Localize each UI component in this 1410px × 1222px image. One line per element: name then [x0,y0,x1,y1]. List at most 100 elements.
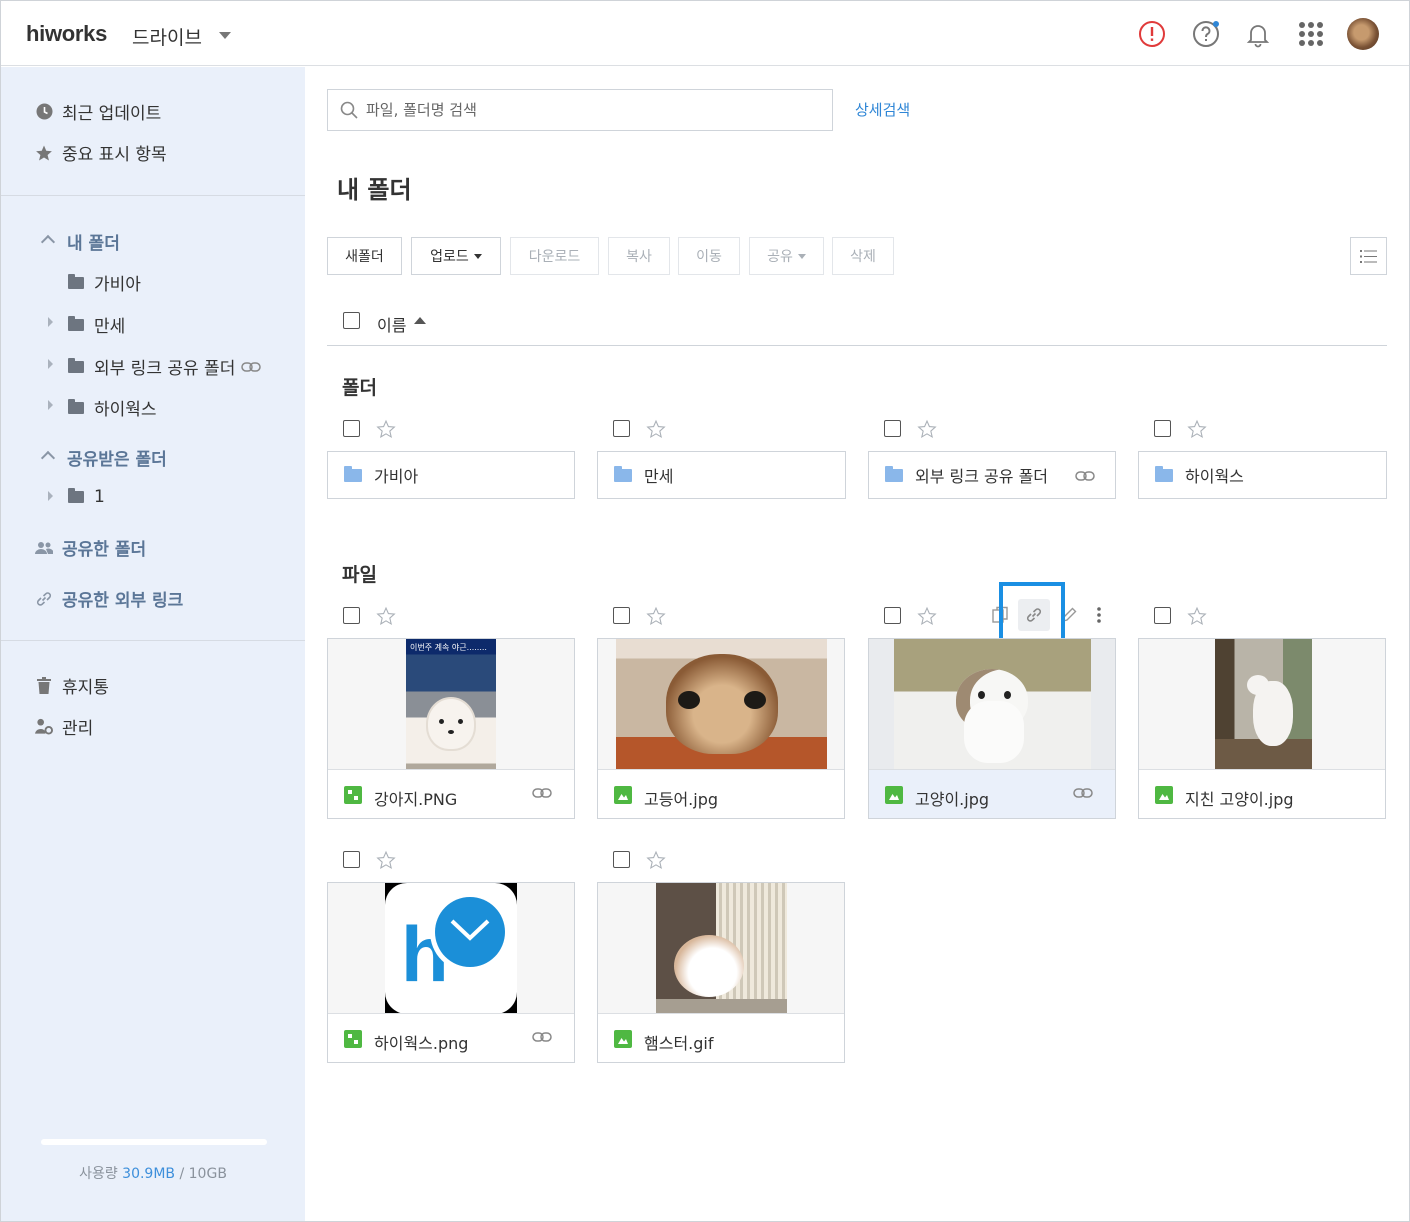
search-input[interactable] [366,98,806,122]
chevron-up-icon[interactable] [40,450,56,466]
folder-checkbox[interactable] [613,420,630,437]
folder-checkbox[interactable] [1154,420,1171,437]
folder-card[interactable]: 가비아 [327,451,575,499]
trash-icon [35,677,53,695]
search-box [327,89,833,131]
folder-icon [885,465,903,482]
file-card[interactable]: 이번주 계속 야근........ 강아지.PNG [327,638,575,819]
sidebar-item-hiworks[interactable]: 하이웍스 [67,395,157,420]
apps-grid-icon[interactable] [1297,20,1325,48]
star-outline-icon[interactable] [376,850,396,870]
chevron-down-icon[interactable] [219,32,231,39]
file-checkbox[interactable] [1154,607,1171,624]
new-folder-button[interactable]: 새폴더 [327,237,402,275]
expand-arrow-icon[interactable] [48,317,53,327]
star-outline-icon[interactable] [646,419,666,439]
sidebar-item-label: 하이웍스 [94,400,157,420]
list-view-button[interactable] [1350,237,1387,275]
sidebar-item-shared-received[interactable]: 공유받은 폴더 [67,445,167,470]
sidebar-item-recent[interactable]: 최근 업데이트 [35,99,161,124]
button-label: 다운로드 [528,249,581,265]
app-switcher-label[interactable]: 드라이브 [132,23,202,50]
usage-used: 30.9MB [122,1166,176,1182]
logo[interactable]: hiworks [26,21,107,47]
file-checkbox[interactable] [884,607,901,624]
usage-total: / 10GB [179,1166,227,1182]
star-outline-icon[interactable] [646,606,666,626]
sidebar-item-shared-link[interactable]: 공유한 외부 링크 [35,586,183,611]
star-outline-icon[interactable] [646,850,666,870]
star-outline-icon[interactable] [376,606,396,626]
sidebar-item-shared-1[interactable]: 1 [67,487,105,507]
expand-arrow-icon[interactable] [48,491,53,501]
divider [1,195,305,196]
caret-down-icon [797,253,806,259]
button-label: 새폴더 [345,249,384,265]
usage-text: 사용량 30.9MB / 10GB [1,1163,305,1183]
select-all-checkbox[interactable] [343,312,360,329]
upload-button[interactable]: 업로드 [411,237,501,275]
more-vertical-icon[interactable] [1094,605,1104,625]
sidebar-item-label: 가비아 [94,275,141,295]
sidebar-item-starred[interactable]: 중요 표시 항목 [35,140,167,165]
folder-card[interactable]: 하이웍스 [1138,451,1387,499]
link-icon[interactable] [532,1031,552,1043]
file-card[interactable]: 고양이.jpg [868,638,1116,819]
users-icon [35,539,53,557]
advanced-search-link[interactable]: 상세검색 [855,99,910,120]
sidebar-item-manse[interactable]: 만세 [67,312,125,337]
clock-icon [35,103,53,121]
folder-checkbox[interactable] [343,420,360,437]
image-file-icon [1155,786,1173,804]
file-checkbox[interactable] [343,607,360,624]
help-icon[interactable] [1192,20,1220,48]
copy-button[interactable]: 복사 [608,237,670,275]
folder-icon [67,398,85,417]
sidebar-item-trash[interactable]: 휴지통 [35,673,109,698]
file-checkbox[interactable] [613,607,630,624]
sidebar-item-gabia[interactable]: 가비아 [67,270,141,295]
alert-icon[interactable] [1138,20,1166,48]
star-outline-icon[interactable] [1187,606,1207,626]
file-checkbox[interactable] [613,851,630,868]
share-button[interactable]: 공유 [749,237,824,275]
star-outline-icon[interactable] [917,606,937,626]
file-card[interactable]: h 하이웍스.png [327,882,575,1063]
star-outline-icon[interactable] [917,419,937,439]
sidebar-item-admin[interactable]: 관리 [35,714,93,739]
file-name: 고양이.jpg [915,790,990,809]
avatar[interactable] [1347,18,1379,50]
star-outline-icon[interactable] [376,419,396,439]
image-file-icon [344,786,362,804]
sort-ascending-icon[interactable] [414,317,426,324]
folders-section-title: 폴더 [342,377,377,399]
link-icon[interactable] [1075,470,1095,482]
file-card[interactable]: 햄스터.gif [597,882,845,1063]
folder-checkbox[interactable] [884,420,901,437]
chevron-up-icon[interactable] [40,234,56,250]
link-icon[interactable] [1073,787,1093,799]
file-card[interactable]: 고등어.jpg [597,638,845,819]
folder-card[interactable]: 만세 [597,451,846,499]
sidebar-item-my-folder[interactable]: 내 폴더 [67,229,120,254]
file-checkbox[interactable] [343,851,360,868]
star-outline-icon[interactable] [1187,419,1207,439]
sidebar-item-external-link-folder[interactable]: 외부 링크 공유 폴더 [67,354,262,379]
name-column-header[interactable]: 이름 [377,312,406,336]
image-file-icon [344,1030,362,1048]
move-button[interactable]: 이동 [678,237,740,275]
file-thumbnail [1139,639,1385,770]
file-name: 하이웍스.png [374,1034,469,1053]
file-card[interactable]: 지친 고양이.jpg [1138,638,1386,819]
sidebar-item-shared-folder[interactable]: 공유한 폴더 [35,535,146,560]
expand-arrow-icon[interactable] [48,359,53,369]
files-section-title: 파일 [342,564,377,586]
download-button[interactable]: 다운로드 [510,237,599,275]
sidebar: 최근 업데이트 중요 표시 항목 내 폴더 가비아 만세 외부 링크 공유 폴더… [1,67,305,1221]
bell-icon[interactable] [1244,20,1272,48]
sidebar-item-label: 관리 [62,719,94,739]
link-icon[interactable] [532,787,552,799]
delete-button[interactable]: 삭제 [832,237,894,275]
folder-card[interactable]: 외부 링크 공유 폴더 [868,451,1116,499]
expand-arrow-icon[interactable] [48,400,53,410]
